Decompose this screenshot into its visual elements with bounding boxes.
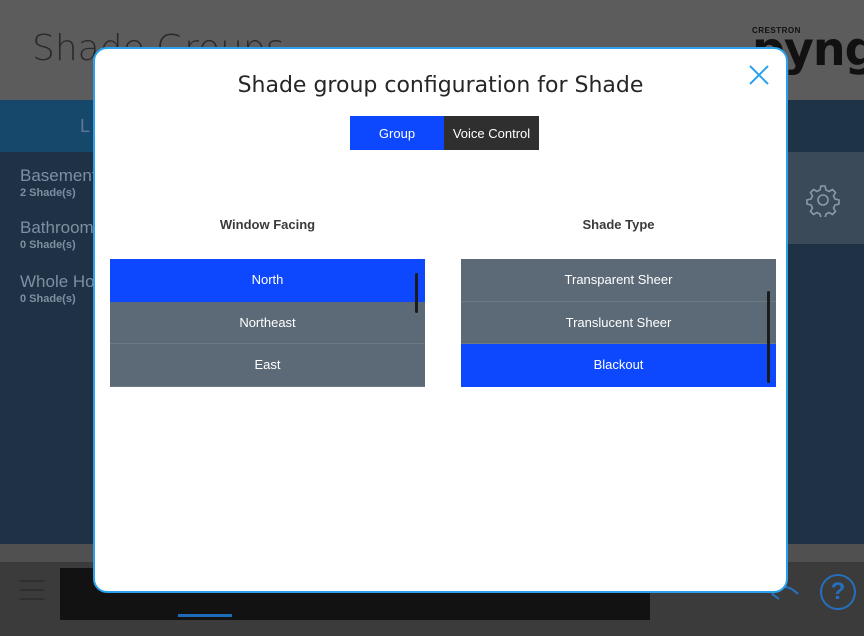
shade-type-option[interactable]: Transparent Sheer: [461, 259, 776, 302]
shade-config-modal: Shade group configuration for Shade Grou…: [93, 47, 788, 593]
window-facing-option[interactable]: Northeast: [110, 302, 425, 345]
group-name: Bathroom: [20, 218, 94, 237]
tab-group[interactable]: Group: [350, 116, 444, 150]
hamburger-icon[interactable]: [20, 580, 44, 600]
tab-label: L: [80, 116, 91, 136]
config-tabs: Group Voice Control: [350, 116, 539, 150]
window-facing-option[interactable]: East: [110, 344, 425, 387]
scrollbar[interactable]: [415, 273, 418, 313]
shade-type-option[interactable]: Blackout: [461, 344, 776, 387]
scrollbar[interactable]: [767, 291, 770, 383]
group-count: 2 Shade(s): [20, 187, 76, 199]
list-item[interactable]: Basement 2 Shade(s): [20, 166, 97, 200]
window-facing-list[interactable]: North Northeast East: [110, 259, 425, 387]
close-icon[interactable]: [747, 63, 771, 87]
group-name: Basement: [20, 166, 97, 185]
window-facing-option[interactable]: North: [110, 259, 425, 302]
shade-type-option[interactable]: Translucent Sheer: [461, 302, 776, 345]
shade-type-label: Shade Type: [582, 217, 655, 232]
group-count: 0 Shade(s): [20, 239, 76, 251]
gear-icon[interactable]: [806, 183, 840, 217]
shade-type-list[interactable]: Transparent Sheer Translucent Sheer Blac…: [461, 259, 776, 387]
help-icon[interactable]: ?: [820, 574, 856, 610]
list-item[interactable]: Bathroom 0 Shade(s): [20, 218, 94, 252]
window-facing-label: Window Facing: [219, 217, 316, 232]
tab-voice-control[interactable]: Voice Control: [444, 116, 539, 150]
modal-title: Shade group configuration for Shade: [237, 73, 644, 98]
nav-indicator: [178, 614, 232, 617]
